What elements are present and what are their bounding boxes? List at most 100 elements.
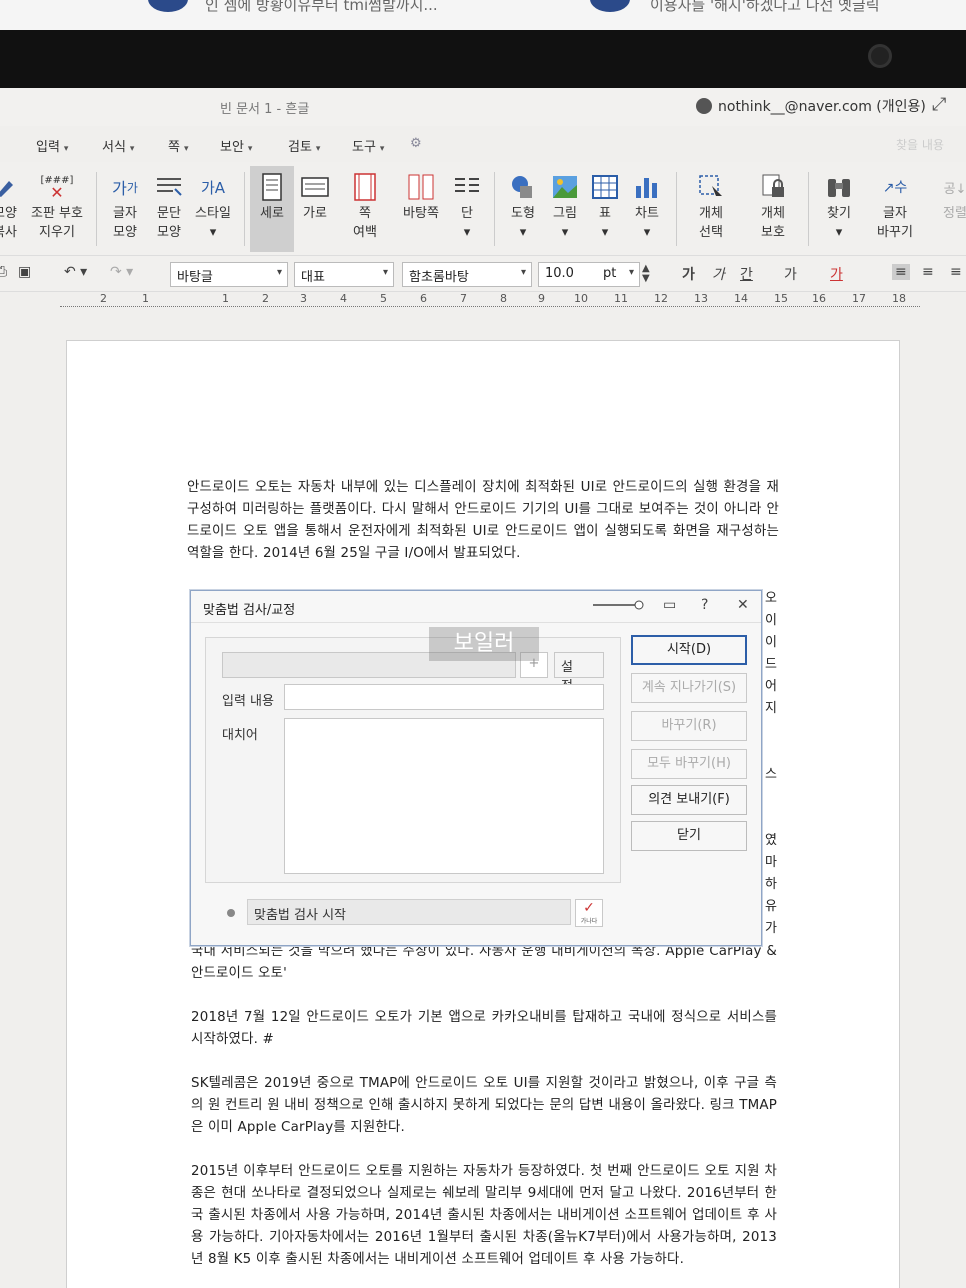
chevron-down-icon: ▾ xyxy=(183,144,189,154)
dictionary-check-button[interactable]: ✓ 가나다 xyxy=(575,899,603,927)
user-account[interactable]: nothink__@naver.com (개인용) xyxy=(696,96,926,116)
replace-icon: ↗수 xyxy=(882,180,908,196)
checkmark-icon: ✓ xyxy=(583,900,595,916)
expand-icon[interactable]: ⤢ xyxy=(932,94,946,115)
document-title: 빈 문서 1 - 흔글 xyxy=(220,102,310,117)
menu-bar: 입력 ▾ 서식 ▾ 쪽 ▾ 보안 ▾ 검토 ▾ 도구 ▾ ⚙ 찾을 내용 xyxy=(0,126,966,162)
font-size-select[interactable]: 10.0 pt ▾ xyxy=(538,262,640,287)
master-page-icon xyxy=(408,174,434,200)
chevron-down-icon: ▾ xyxy=(247,144,253,154)
ruler[interactable]: 2 1 1 2 3 4 5 6 7 8 9 10 11 12 13 14 15 … xyxy=(60,292,920,314)
input-field[interactable] xyxy=(284,684,604,710)
align-left-icon[interactable]: ≡ xyxy=(922,264,934,280)
font-select[interactable]: 함초롬바탕 ▾ xyxy=(402,262,532,287)
align-justify-icon[interactable]: ≡ xyxy=(892,264,910,280)
replace-text-button[interactable]: ↗수 글자 바꾸기 xyxy=(870,170,920,242)
chart-button[interactable]: 차트 ▾ xyxy=(622,170,672,242)
shape-icon xyxy=(512,176,532,198)
user-email: nothink__@naver.com (개인용) xyxy=(718,99,926,115)
replace-all-button[interactable]: 모두 바꾸기(H) xyxy=(631,749,747,779)
format-painter-button[interactable]: 모양 복사 xyxy=(0,170,30,242)
columns-button[interactable]: 단 ▾ xyxy=(442,170,492,242)
redo-icon[interactable]: ↷ ▾ xyxy=(110,264,133,280)
watermark: 보일러 xyxy=(429,627,539,661)
paragraph-icon xyxy=(157,178,182,196)
lock-icon xyxy=(762,174,784,197)
sort-button[interactable]: 공↓ 정렬 xyxy=(930,170,966,223)
font-color-button[interactable]: 가 xyxy=(830,264,843,284)
portrait-page-icon xyxy=(262,173,282,201)
chevron-down-icon: ▾ xyxy=(276,267,282,278)
columns-icon xyxy=(455,178,479,192)
margin-icon xyxy=(354,173,376,201)
picture-icon xyxy=(553,176,577,198)
strike-button[interactable]: 가 xyxy=(784,264,797,284)
start-button[interactable]: 시작(D) xyxy=(631,635,747,665)
menu-format[interactable]: 서식 ▾ xyxy=(102,136,134,155)
align-center-icon[interactable]: ≡ xyxy=(950,264,962,280)
replace-button[interactable]: 바꾸기(R) xyxy=(631,711,747,741)
size-stepper[interactable]: ▲ ▼ xyxy=(642,264,650,284)
menu-page[interactable]: 쪽 ▾ xyxy=(168,136,189,155)
spellcheck-dialog: 맞춤법 검사/교정 ▭ ? ✕ + 설정... 입력 내용 대치어 보일러 시작… xyxy=(190,590,762,946)
dialog-title: 맞춤법 검사/교정 xyxy=(203,603,296,618)
comment-icon[interactable]: ▭ xyxy=(663,597,676,613)
para-shape-button[interactable]: 문단 모양 xyxy=(144,170,194,242)
bold-button[interactable]: 가 xyxy=(682,264,695,284)
skip-button[interactable]: 계속 지나가기(S) xyxy=(631,673,747,703)
send-feedback-button[interactable]: 의견 보내기(F) xyxy=(631,785,747,815)
help-button[interactable]: ? xyxy=(701,597,708,613)
search-hint: 찾을 내용 xyxy=(896,138,944,152)
clear-codes-button[interactable]: [###] ✕ 조판 부호 지우기 xyxy=(30,170,84,242)
tools-extra-icon[interactable]: ⚙ xyxy=(410,136,422,151)
opacity-slider[interactable] xyxy=(591,593,647,621)
save-icon[interactable]: ▣ xyxy=(18,264,31,280)
paragraph-5: 2015년 이후부터 안드로이드 오토를 지원하는 자동차가 등장하였다. 첫 … xyxy=(191,1164,777,1267)
brush-icon xyxy=(0,181,13,197)
monitor-bezel xyxy=(0,30,966,88)
landscape-button[interactable]: 가로 xyxy=(290,170,340,223)
close-dialog-button[interactable]: 닫기 xyxy=(631,821,747,851)
replace-label: 대치어 xyxy=(222,728,258,743)
status-dot-icon xyxy=(227,909,235,917)
chevron-down-icon: ▾ xyxy=(63,144,69,154)
style-select[interactable]: 바탕글 ▾ xyxy=(170,262,288,287)
dialog-header: 맞춤법 검사/교정 ▭ ? ✕ xyxy=(191,591,761,623)
italic-button[interactable]: 가 xyxy=(712,264,725,284)
menu-security[interactable]: 보안 ▾ xyxy=(220,136,252,155)
undo-icon[interactable]: ↶ ▾ xyxy=(64,264,87,280)
char-shape-icon: 가가 xyxy=(112,179,138,198)
chevron-down-icon: ▾ xyxy=(382,267,388,278)
select-object-button[interactable]: 개체 선택 xyxy=(686,170,736,242)
landscape-page-icon xyxy=(301,177,329,197)
close-button[interactable]: ✕ xyxy=(737,597,749,613)
notification-left-text: 인 셈에 방황이유부터 tmi썸발까지... xyxy=(205,0,438,14)
page-margin-button[interactable]: 쪽 여백 xyxy=(340,170,390,242)
input-label: 입력 내용 xyxy=(222,694,274,709)
style-button[interactable]: 가A 스타일 ▾ xyxy=(188,170,238,242)
select-object-icon xyxy=(699,175,722,196)
lang-select[interactable]: 대표 ▾ xyxy=(294,262,394,287)
webcam xyxy=(868,44,892,68)
paragraph-4: SK텔레콤은 2019년 중으로 TMAP에 안드로이드 오토 UI를 지원할 … xyxy=(191,1076,777,1135)
replacement-list[interactable] xyxy=(284,718,604,874)
portrait-button[interactable]: 세로 xyxy=(250,166,294,252)
menu-review[interactable]: 검토 ▾ xyxy=(288,136,320,155)
char-shape-button[interactable]: 가가 글자 모양 xyxy=(100,170,150,242)
paragraph-1: 안드로이드 오토는 자동차 내부에 있는 디스플레이 장치에 최적화된 UI로 … xyxy=(187,480,779,561)
user-icon xyxy=(696,98,712,114)
print-icon[interactable]: ⎙ xyxy=(0,264,7,280)
protect-object-button[interactable]: 개체 보호 xyxy=(748,170,798,242)
menu-insert[interactable]: 입력 ▾ xyxy=(36,136,68,155)
settings-button[interactable]: 설정... xyxy=(554,652,604,694)
menu-tools[interactable]: 도구 ▾ xyxy=(352,136,384,155)
notification-avatar xyxy=(590,0,630,12)
ribbon: 모양 복사 [###]✕ 조판 부호 지우기 가가 글자 모양 문단 모양 가A… xyxy=(0,162,966,256)
find-button[interactable]: 찾기 ▾ xyxy=(814,170,864,242)
master-page-button[interactable]: 바탕쪽 xyxy=(396,170,446,223)
underline-button[interactable]: 간 xyxy=(740,264,753,284)
binoculars-icon xyxy=(828,179,850,197)
notification-right-text: 이용자들 '해지'하겠다고 나선 옛글릭 xyxy=(650,0,880,14)
notification-avatar xyxy=(148,0,188,12)
title-bar: 빈 문서 1 - 흔글 nothink__@naver.com (개인용) ⤢ xyxy=(0,88,966,126)
